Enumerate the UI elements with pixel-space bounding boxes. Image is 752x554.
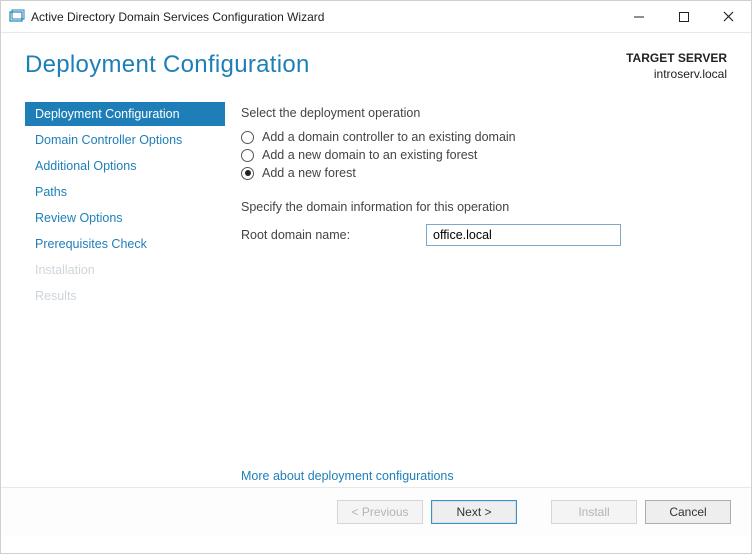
target-server-value: introserv.local [626, 67, 727, 83]
maximize-button[interactable] [661, 2, 706, 32]
sidebar-item-review-options[interactable]: Review Options [25, 206, 225, 230]
root-domain-row: Root domain name: [241, 224, 723, 246]
cancel-button[interactable]: Cancel [645, 500, 731, 524]
operation-label: Select the deployment operation [241, 106, 723, 120]
content-pane: Select the deployment operation Add a do… [225, 92, 727, 487]
radio-add-new-forest[interactable]: Add a new forest [241, 166, 723, 180]
radio-icon [241, 131, 254, 144]
page-title: Deployment Configuration [25, 51, 310, 79]
radio-label: Add a new forest [262, 166, 356, 180]
sidebar-item-results: Results [25, 284, 225, 308]
window-controls [616, 2, 751, 32]
target-server-block: TARGET SERVER introserv.local [626, 51, 727, 82]
root-domain-input[interactable] [426, 224, 621, 246]
radio-add-dc-existing-domain[interactable]: Add a domain controller to an existing d… [241, 130, 723, 144]
radio-label: Add a domain controller to an existing d… [262, 130, 516, 144]
next-button[interactable]: Next > [431, 500, 517, 524]
sidebar-item-prerequisites-check[interactable]: Prerequisites Check [25, 232, 225, 256]
domain-info-label: Specify the domain information for this … [241, 200, 723, 214]
sidebar: Deployment Configuration Domain Controll… [25, 92, 225, 487]
titlebar: Active Directory Domain Services Configu… [1, 1, 751, 33]
more-about-link[interactable]: More about deployment configurations [241, 469, 454, 483]
sidebar-item-installation: Installation [25, 258, 225, 282]
sidebar-item-paths[interactable]: Paths [25, 180, 225, 204]
sidebar-item-deployment-configuration[interactable]: Deployment Configuration [25, 102, 225, 126]
window-title: Active Directory Domain Services Configu… [31, 10, 324, 24]
radio-add-domain-existing-forest[interactable]: Add a new domain to an existing forest [241, 148, 723, 162]
radio-label: Add a new domain to an existing forest [262, 148, 477, 162]
footer: < Previous Next > Install Cancel [1, 487, 751, 536]
target-server-label: TARGET SERVER [626, 51, 727, 67]
sidebar-item-additional-options[interactable]: Additional Options [25, 154, 225, 178]
radio-icon [241, 167, 254, 180]
header: Deployment Configuration TARGET SERVER i… [1, 33, 751, 92]
app-icon [9, 9, 25, 25]
root-domain-label: Root domain name: [241, 228, 426, 242]
previous-button: < Previous [337, 500, 423, 524]
sidebar-item-domain-controller-options[interactable]: Domain Controller Options [25, 128, 225, 152]
close-button[interactable] [706, 2, 751, 32]
radio-icon [241, 149, 254, 162]
minimize-button[interactable] [616, 2, 661, 32]
install-button: Install [551, 500, 637, 524]
